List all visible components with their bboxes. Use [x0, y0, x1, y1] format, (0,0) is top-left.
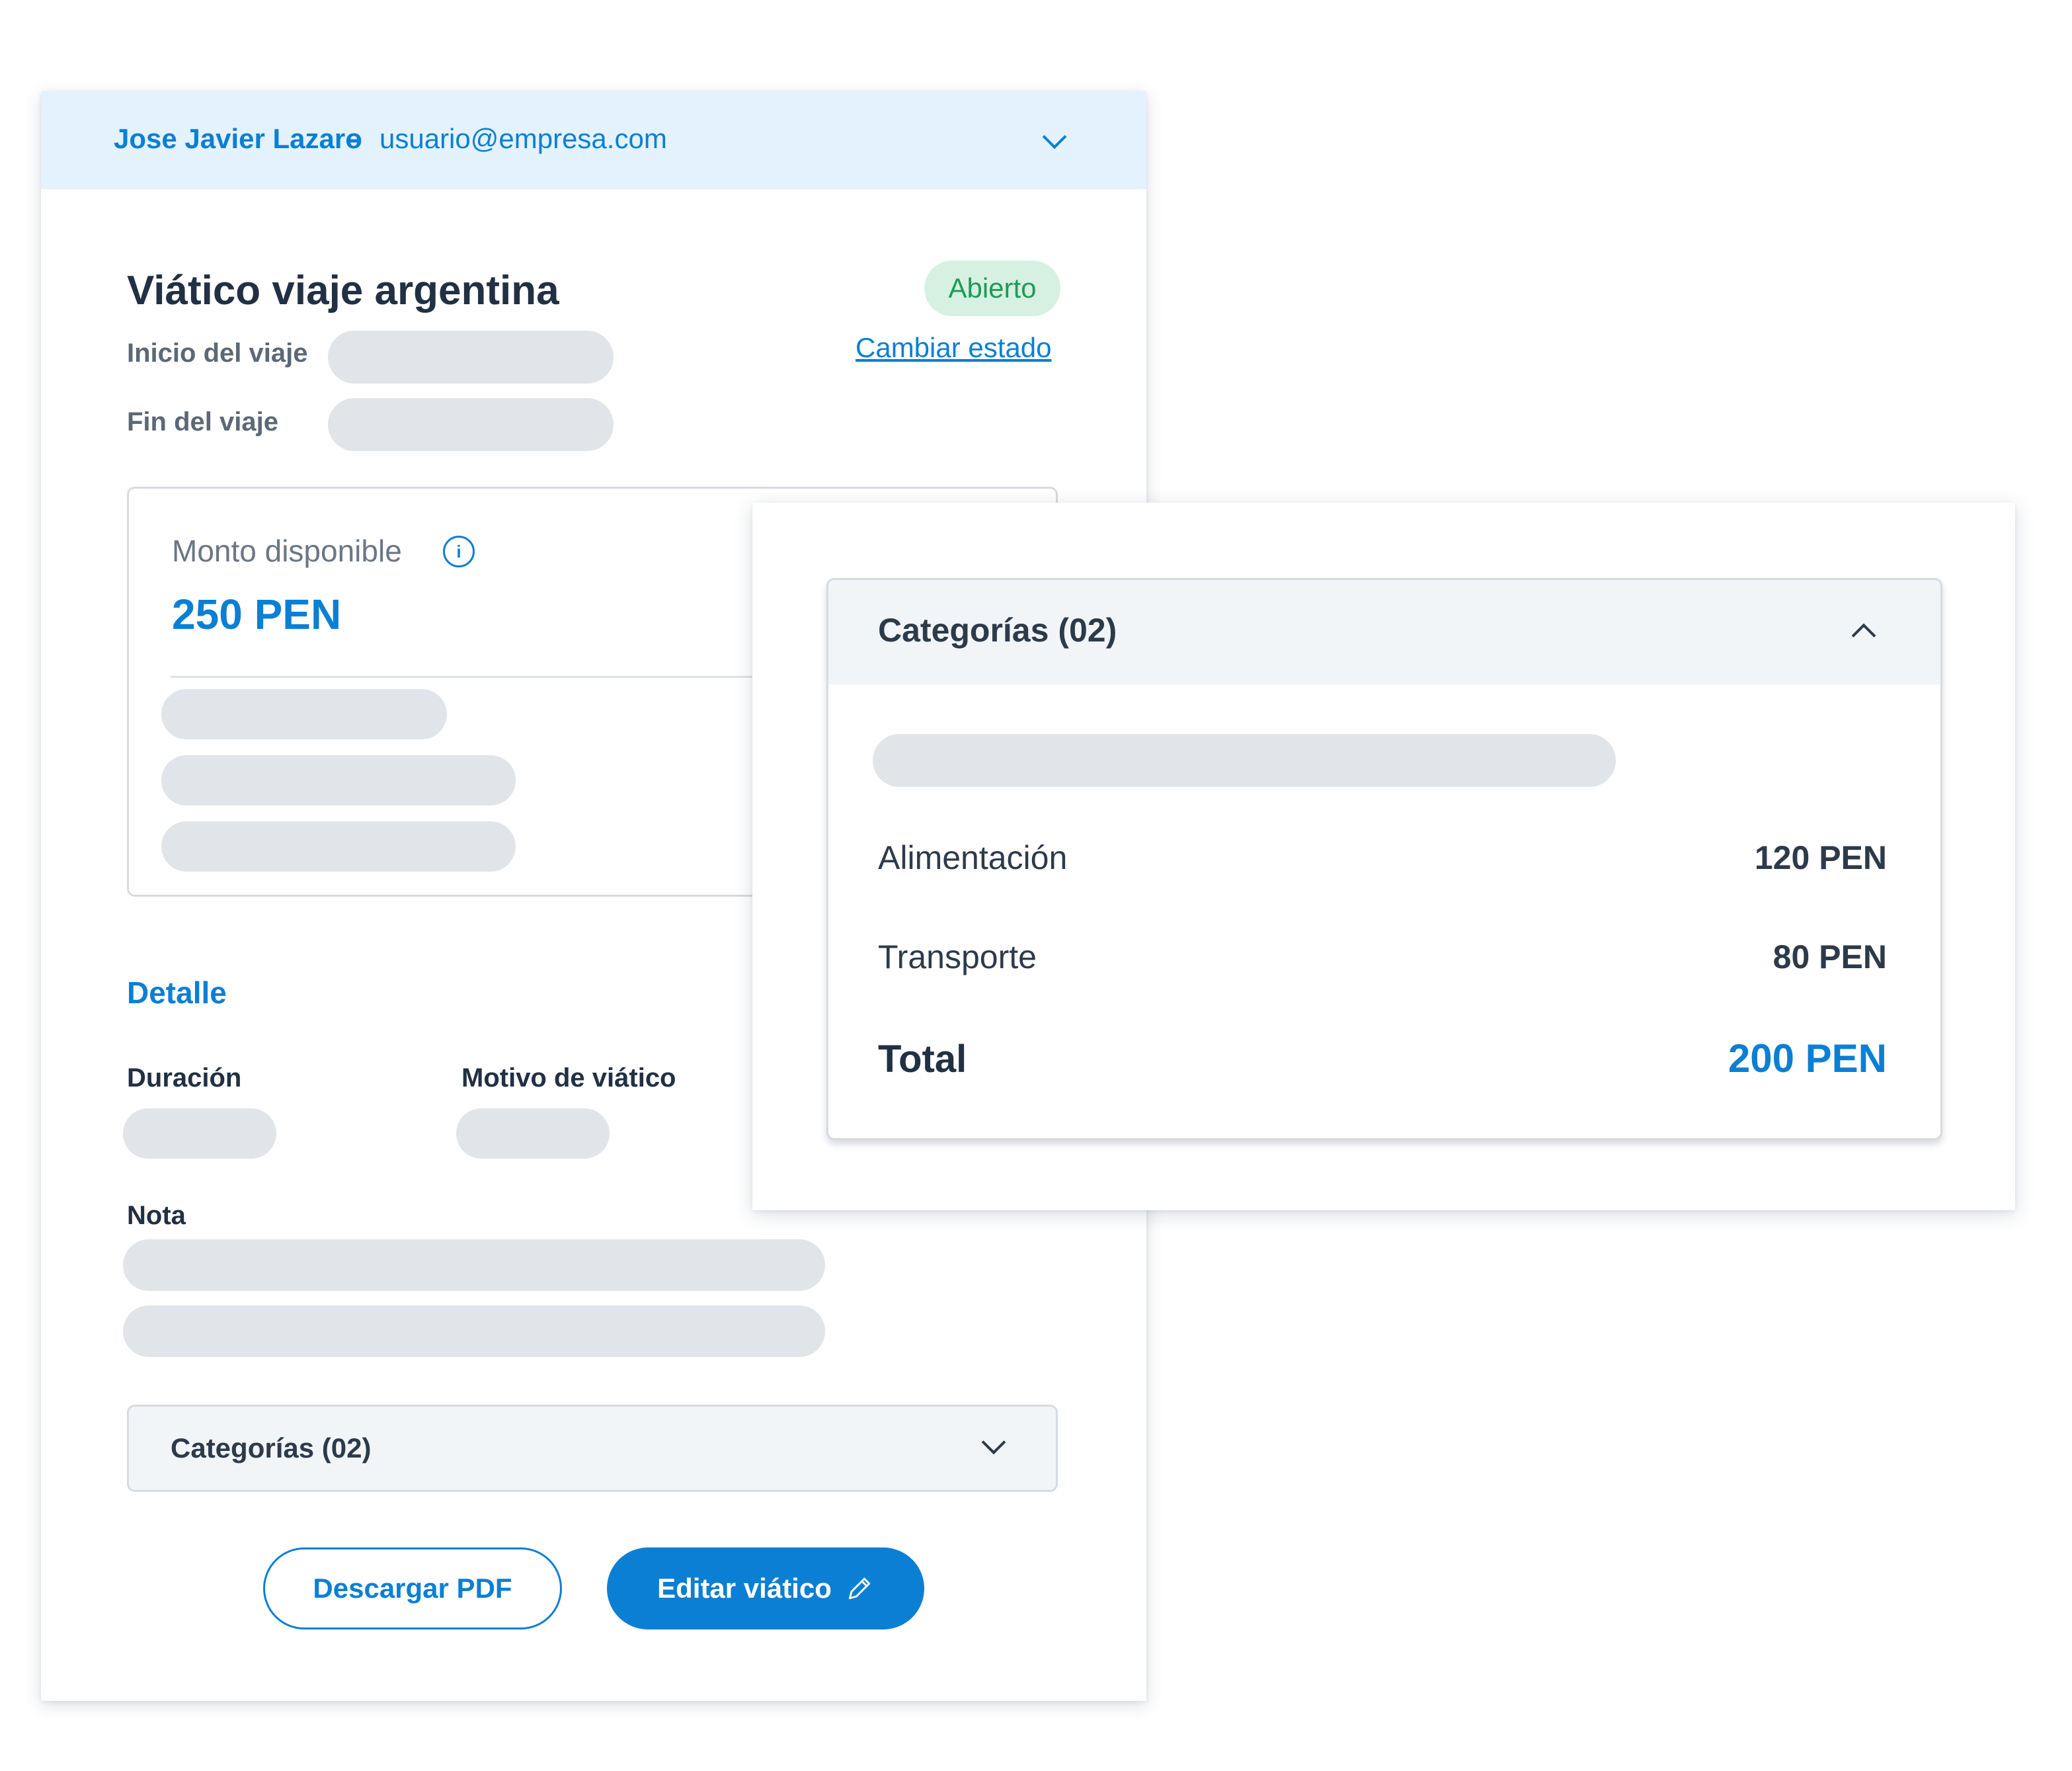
info-icon[interactable]: i: [443, 536, 475, 567]
categories-panel-title: Categorías (02): [878, 612, 1117, 649]
note-label: Nota: [127, 1201, 186, 1230]
category-label: Alimentación: [878, 839, 1068, 876]
categories-accordion-label: Categorías (02): [171, 1432, 372, 1463]
edit-viatico-button[interactable]: Editar viático: [607, 1547, 924, 1629]
edit-viatico-label: Editar viático: [657, 1573, 832, 1604]
note-placeholder: [123, 1239, 825, 1291]
page-title: Viático viaje argentina: [127, 268, 559, 313]
duration-placeholder: [123, 1108, 276, 1159]
amount-detail-placeholder: [161, 689, 447, 739]
total-label: Total: [878, 1038, 967, 1081]
detail-section-title: Detalle: [127, 975, 227, 1010]
note-placeholder: [123, 1305, 825, 1357]
reason-label: Motivo de viático: [461, 1063, 676, 1092]
reason-placeholder: [456, 1108, 610, 1159]
category-placeholder: [873, 734, 1616, 787]
total-value: 200 PEN: [1728, 1036, 1887, 1081]
user-separator: -: [349, 123, 358, 154]
download-pdf-button[interactable]: Descargar PDF: [263, 1547, 562, 1629]
trip-start-label: Inicio del viaje: [127, 339, 308, 368]
trip-end-placeholder: [328, 398, 614, 451]
category-label: Transporte: [878, 938, 1037, 975]
user-name: Jose Javier Lazaro: [114, 123, 362, 154]
amount-detail-placeholder: [161, 821, 516, 872]
amount-label: Monto disponible: [172, 534, 402, 568]
trip-start-placeholder: [328, 331, 614, 384]
duration-label: Duración: [127, 1063, 242, 1092]
category-value: 80 PEN: [1773, 938, 1887, 975]
pencil-icon: [848, 1577, 871, 1600]
category-value: 120 PEN: [1754, 839, 1887, 876]
amount-value: 250 PEN: [172, 591, 342, 638]
status-badge: Abierto: [924, 261, 1060, 316]
change-status-link[interactable]: Cambiar estado: [856, 332, 1051, 364]
amount-detail-placeholder: [161, 755, 516, 805]
trip-end-label: Fin del viaje: [127, 407, 278, 436]
user-email: usuario@empresa.com: [379, 123, 667, 154]
amount-divider: [171, 676, 766, 678]
